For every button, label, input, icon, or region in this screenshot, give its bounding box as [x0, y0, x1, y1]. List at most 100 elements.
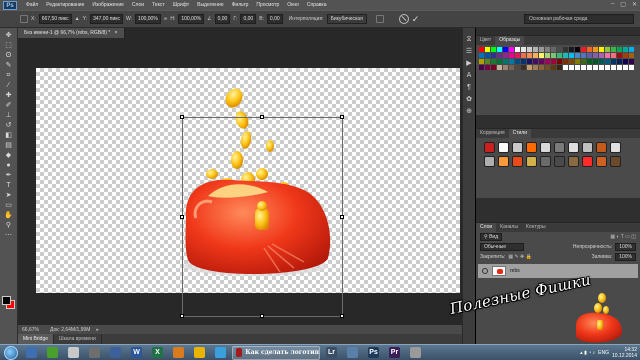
type-tool-icon[interactable]: T [3, 182, 15, 189]
color-swatch[interactable] [563, 53, 568, 58]
style-preset[interactable] [610, 142, 621, 153]
close-icon[interactable]: ✕ [632, 1, 637, 8]
color-swatch[interactable] [515, 53, 520, 58]
taskbar-app[interactable] [406, 346, 425, 360]
color-swatch[interactable] [497, 47, 502, 52]
layer-kind-select[interactable]: ⚲ Вид [480, 233, 503, 241]
color-swatch[interactable] [593, 59, 598, 64]
color-swatch[interactable] [599, 59, 604, 64]
brushes-icon[interactable]: ✿ [465, 96, 473, 103]
color-swatch[interactable] [533, 65, 538, 70]
color-swatch[interactable] [575, 65, 580, 70]
extra-tools-icon[interactable]: ⋯ [3, 232, 15, 239]
shape-tool-icon[interactable]: ▭ [3, 202, 15, 209]
color-swatch[interactable] [527, 53, 532, 58]
color-swatch[interactable] [545, 59, 550, 64]
menu-item[interactable]: Выделение [193, 0, 228, 10]
color-swatch[interactable] [485, 53, 490, 58]
color-swatch[interactable] [479, 59, 484, 64]
style-preset[interactable] [582, 156, 593, 167]
color-swatch[interactable] [569, 53, 574, 58]
color-swatch[interactable] [623, 53, 628, 58]
color-swatch[interactable] [539, 53, 544, 58]
quick-select-tool-icon[interactable]: ✎ [3, 62, 15, 69]
color-swatch[interactable] [557, 47, 562, 52]
clone-stamp-tool-icon[interactable]: ⊥ [3, 112, 15, 119]
panel-tab[interactable]: Слои [476, 223, 497, 232]
color-swatch[interactable] [587, 53, 592, 58]
foreground-color-swatch[interactable] [2, 296, 11, 305]
taskbar-app[interactable]: Lr [322, 346, 341, 360]
taskbar-app[interactable] [64, 346, 83, 360]
status-menu-arrow-icon[interactable]: ▸ [96, 327, 99, 333]
minimize-icon[interactable]: – [611, 1, 614, 8]
style-preset[interactable] [596, 156, 607, 167]
transform-handle-top[interactable] [260, 115, 264, 119]
zoom-tool-icon[interactable]: ⚲ [3, 222, 15, 229]
color-swatch[interactable] [563, 47, 568, 52]
color-swatch[interactable] [599, 53, 604, 58]
color-swatch[interactable] [515, 59, 520, 64]
color-swatch[interactable] [617, 47, 622, 52]
style-preset[interactable] [554, 156, 565, 167]
taskbar-app[interactable] [106, 346, 125, 360]
transform-handle-bottom-left[interactable] [180, 314, 184, 318]
taskbar-app[interactable]: W [127, 346, 146, 360]
color-swatch[interactable] [491, 53, 496, 58]
color-swatch[interactable] [491, 59, 496, 64]
color-swatch[interactable] [509, 47, 514, 52]
color-swatch[interactable] [533, 47, 538, 52]
brush-tool-icon[interactable]: ✐ [3, 102, 15, 109]
color-swatch[interactable] [485, 47, 490, 52]
color-swatch[interactable] [515, 47, 520, 52]
color-swatch[interactable] [527, 47, 532, 52]
style-preset[interactable] [498, 156, 509, 167]
color-swatch[interactable] [521, 65, 526, 70]
start-button[interactable] [4, 345, 18, 360]
panel-tab[interactable]: Каналы [496, 223, 522, 232]
taskbar-app[interactable] [85, 346, 104, 360]
color-swatch[interactable] [503, 53, 508, 58]
style-preset[interactable] [512, 156, 523, 167]
color-swatch[interactable] [629, 65, 634, 70]
taskbar-app[interactable]: Pr [385, 346, 404, 360]
style-preset[interactable] [512, 142, 523, 153]
menu-item[interactable]: Справка [303, 0, 331, 10]
color-swatch[interactable] [611, 53, 616, 58]
menu-item[interactable]: Окно [283, 0, 303, 10]
gradient-tool-icon[interactable]: ▤ [3, 142, 15, 149]
color-swatch[interactable] [551, 53, 556, 58]
style-preset[interactable] [568, 142, 579, 153]
color-swatch[interactable] [593, 47, 598, 52]
actions-icon[interactable]: ▶ [465, 60, 473, 67]
clock[interactable]: 14:32 10.12.2014 [612, 347, 637, 359]
color-swatch[interactable] [611, 47, 616, 52]
menu-item[interactable]: Слои [128, 0, 148, 10]
color-swatch[interactable] [623, 47, 628, 52]
color-swatch[interactable] [557, 65, 562, 70]
panel-tab[interactable]: Образцы [495, 36, 525, 45]
color-swatch[interactable] [575, 59, 580, 64]
dodge-tool-icon[interactable]: ● [3, 162, 15, 169]
lock-icons[interactable]: ▦ ✎ ✥ 🔒 [508, 254, 532, 260]
style-preset[interactable] [596, 142, 607, 153]
transform-handle-bottom[interactable] [260, 314, 264, 318]
color-swatch[interactable] [479, 65, 484, 70]
color-swatch[interactable] [509, 65, 514, 70]
color-swatch[interactable] [533, 53, 538, 58]
color-swatch[interactable] [623, 65, 628, 70]
color-swatch[interactable] [533, 59, 538, 64]
color-swatch[interactable] [557, 53, 562, 58]
color-swatch[interactable] [629, 59, 634, 64]
color-swatch[interactable] [545, 53, 550, 58]
color-swatch[interactable] [581, 59, 586, 64]
color-swatch[interactable] [551, 47, 556, 52]
taskbar-app[interactable] [169, 346, 188, 360]
color-swatch[interactable] [569, 59, 574, 64]
color-swatch[interactable] [521, 47, 526, 52]
color-swatch[interactable] [617, 53, 622, 58]
color-swatch[interactable] [599, 47, 604, 52]
blend-mode-select[interactable]: Обычные [480, 243, 524, 251]
blur-tool-icon[interactable]: ◆ [3, 152, 15, 159]
panel-tab[interactable]: Стили [508, 129, 531, 138]
